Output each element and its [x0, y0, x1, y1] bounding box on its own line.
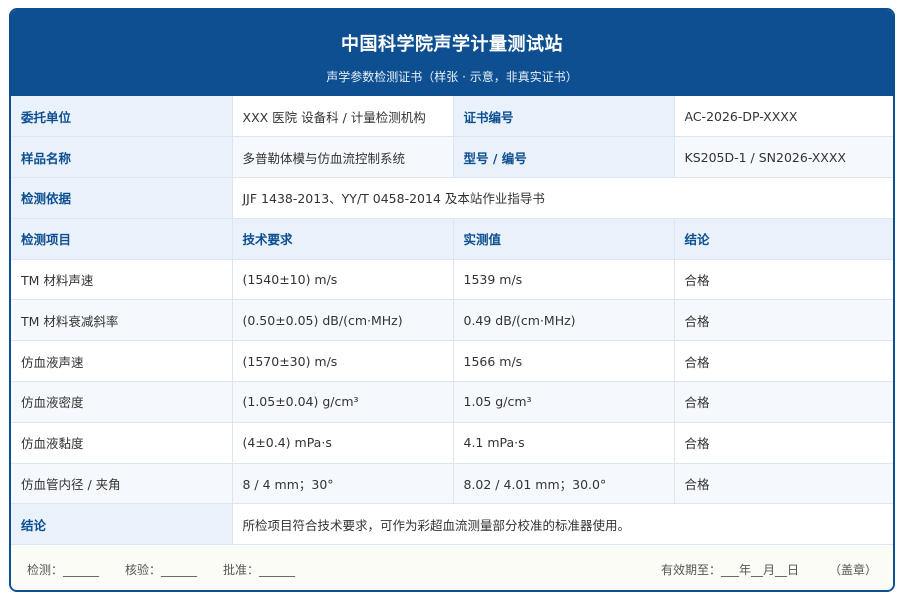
tested-by-field: 检测：______ [27, 562, 100, 577]
item-cell: 仿血液黏度 [11, 422, 233, 464]
requirement-cell: (1540±10) m/s [232, 259, 454, 301]
approved-by-field: 批准：______ [223, 562, 296, 577]
requirement-cell: (1.05±0.04) g/cm³ [232, 381, 454, 423]
client-value: XXX 医院 设备科 / 计量检测机构 [232, 96, 454, 138]
result-cell: 合格 [674, 422, 893, 464]
checked-by-field: 核验：______ [125, 562, 198, 577]
basis-value: JJF 1438-2013、YY/T 0458-2014 及本站作业指导书 [232, 177, 893, 219]
cert-no-label: 证书编号 [453, 96, 675, 138]
basis-label: 检测依据 [11, 177, 233, 219]
requirement-cell: (1570±30) m/s [232, 340, 454, 383]
info-row-basis: 检测依据 JJF 1438-2013、YY/T 0458-2014 及本站作业指… [11, 177, 893, 219]
result-cell: 合格 [674, 259, 893, 301]
result-cell: 合格 [674, 340, 893, 383]
measured-cell: 4.1 mPa·s [453, 422, 675, 464]
column-header-result: 结论 [674, 218, 893, 260]
item-cell: TM 材料衰减斜率 [11, 299, 233, 342]
certificate-table: 委托单位 XXX 医院 设备科 / 计量检测机构 证书编号 AC-2026-DP… [11, 96, 893, 546]
conclusion-label: 结论 [11, 503, 233, 546]
column-header-requirement: 技术要求 [232, 218, 454, 260]
table-row: 仿血液密度 (1.05±0.04) g/cm³ 1.05 g/cm³ 合格 [11, 381, 893, 423]
result-cell: 合格 [674, 299, 893, 342]
conclusion-value: 所检项目符合技术要求，可作为彩超血流测量部分校准的标准器使用。 [232, 503, 893, 546]
item-cell: 仿血管内径 / 夹角 [11, 463, 233, 505]
info-row-sample: 样品名称 多普勒体模与仿血流控制系统 型号 / 编号 KS205D-1 / SN… [11, 136, 893, 179]
conclusion-row: 结论 所检项目符合技术要求，可作为彩超血流测量部分校准的标准器使用。 [11, 503, 893, 546]
table-row: 仿血液黏度 (4±0.4) mPa·s 4.1 mPa·s 合格 [11, 422, 893, 464]
requirement-cell: 8 / 4 mm；30° [232, 463, 454, 505]
item-cell: 仿血液密度 [11, 381, 233, 423]
seal-placeholder: （盖章） [828, 562, 877, 577]
certificate-header: 中国科学院声学计量测试站 声学参数检测证书（样张 · 示意，非真实证书） [11, 10, 893, 96]
table-row: TM 材料声速 (1540±10) m/s 1539 m/s 合格 [11, 259, 893, 301]
item-cell: TM 材料声速 [11, 259, 233, 301]
signature-footer: 检测：______ 核验：______ 批准：______ 有效期至：___年_… [11, 545, 893, 590]
table-header-row: 检测项目 技术要求 实测值 结论 [11, 218, 893, 260]
column-header-item: 检测项目 [11, 218, 233, 260]
certificate-card: 中国科学院声学计量测试站 声学参数检测证书（样张 · 示意，非真实证书） 委托单… [9, 8, 895, 592]
page-subtitle: 声学参数检测证书（样张 · 示意，非真实证书） [326, 70, 578, 84]
model-label: 型号 / 编号 [453, 136, 675, 179]
measured-cell: 1566 m/s [453, 340, 675, 383]
sample-label: 样品名称 [11, 136, 233, 179]
result-cell: 合格 [674, 381, 893, 423]
cert-no-value: AC-2026-DP-XXXX [674, 96, 893, 138]
info-row-client: 委托单位 XXX 医院 设备科 / 计量检测机构 证书编号 AC-2026-DP… [11, 96, 893, 138]
model-value: KS205D-1 / SN2026-XXXX [674, 136, 893, 179]
requirement-cell: (0.50±0.05) dB/(cm·MHz) [232, 299, 454, 342]
column-header-measured: 实测值 [453, 218, 675, 260]
measured-cell: 1.05 g/cm³ [453, 381, 675, 423]
measured-cell: 0.49 dB/(cm·MHz) [453, 299, 675, 342]
valid-until-field: 有效期至：___年__月__日 [660, 562, 799, 577]
table-row: 仿血液声速 (1570±30) m/s 1566 m/s 合格 [11, 340, 893, 383]
table-row: TM 材料衰减斜率 (0.50±0.05) dB/(cm·MHz) 0.49 d… [11, 299, 893, 342]
result-cell: 合格 [674, 463, 893, 505]
sample-value: 多普勒体模与仿血流控制系统 [232, 136, 454, 179]
item-cell: 仿血液声速 [11, 340, 233, 383]
measured-cell: 8.02 / 4.01 mm；30.0° [453, 463, 675, 505]
measured-cell: 1539 m/s [453, 259, 675, 301]
page-title: 中国科学院声学计量测试站 [341, 34, 563, 55]
table-row: 仿血管内径 / 夹角 8 / 4 mm；30° 8.02 / 4.01 mm；3… [11, 463, 893, 505]
requirement-cell: (4±0.4) mPa·s [232, 422, 454, 464]
client-label: 委托单位 [11, 96, 233, 138]
